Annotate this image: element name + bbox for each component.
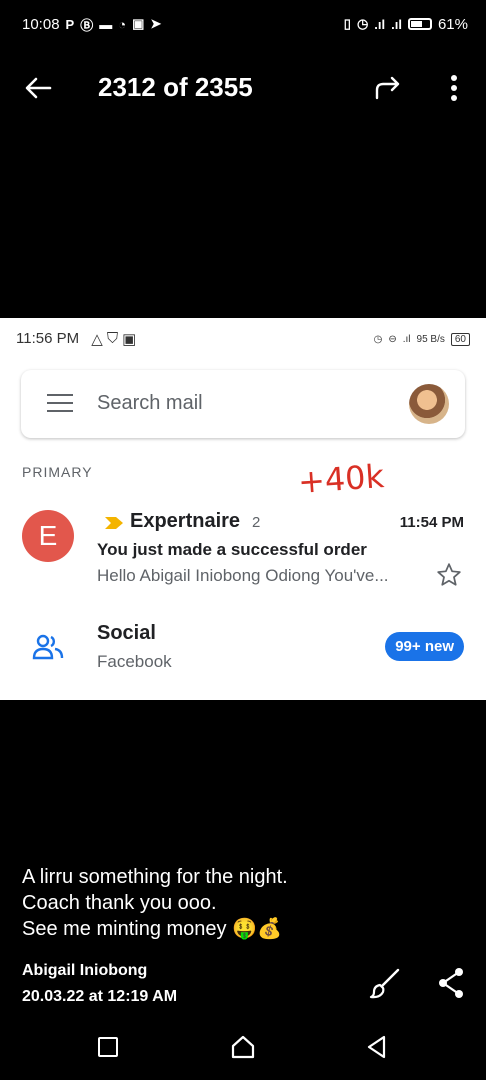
net-speed: 95 B/s	[416, 333, 445, 345]
inner-alarm-icon: ◷	[373, 333, 383, 345]
dnd-icon: ⊖	[388, 333, 397, 345]
email-subject: You just made a successful order	[97, 540, 367, 559]
star-icon[interactable]	[436, 562, 462, 588]
primary-label: PRIMARY	[22, 464, 93, 480]
search-bar[interactable]: Search mail	[21, 370, 465, 438]
caption-line-3: See me minting money 🤑💰	[22, 918, 282, 940]
whatsapp-icon: ◔	[118, 16, 127, 32]
handwritten-annotation: +40k	[296, 457, 386, 501]
message-icon: ▬	[99, 16, 113, 32]
important-marker-icon[interactable]	[104, 516, 124, 530]
drive-icon: △	[91, 331, 103, 349]
signal-2-icon: .ıl	[391, 16, 402, 32]
shield-icon: ⛉	[106, 330, 119, 348]
vibrate-icon: ▯	[343, 16, 351, 31]
embedded-screenshot: 11:56 PM △ ⛉ ▣ ◷ ⊖ .ıl 95 B/s 60 Search …	[0, 318, 486, 700]
email-snippet: Hello Abigail Iniobong Odiong You've...	[97, 566, 389, 585]
b-notification-icon: Ⓑ	[80, 17, 94, 33]
email-time: 11:54 PM	[399, 514, 464, 531]
social-category-row[interactable]: Social Facebook 99+ new	[0, 618, 486, 678]
status-time: 10:08	[22, 15, 60, 33]
social-subtitle: Facebook	[97, 652, 172, 671]
image-counter: 2312 of 2355	[98, 72, 253, 102]
email-list-item[interactable]: E Expertnaire 2 11:54 PM You just made a…	[0, 504, 486, 596]
nav-back-icon[interactable]	[364, 1034, 390, 1060]
more-options-icon[interactable]	[440, 72, 468, 104]
inner-battery: 60	[450, 332, 470, 346]
menu-icon[interactable]	[47, 394, 73, 414]
post-date: 20.03.22 at 12:19 AM	[22, 988, 178, 1005]
social-title: Social	[97, 622, 156, 644]
forward-share-icon[interactable]	[372, 72, 404, 104]
battery-percent: 61%	[437, 15, 468, 33]
inner-status-time: 11:56 PM	[16, 329, 80, 347]
alarm-icon: ◷	[356, 16, 369, 31]
home-icon[interactable]	[230, 1034, 256, 1060]
search-placeholder[interactable]: Search mail	[97, 392, 203, 415]
account-avatar[interactable]	[409, 384, 449, 424]
app-icon: ▣	[122, 331, 137, 349]
share-icon[interactable]	[436, 966, 466, 1000]
viewer-toolbar: 2312 of 2355	[0, 60, 486, 116]
recent-apps-icon[interactable]	[98, 1037, 118, 1057]
signal-icon: .ıl	[374, 16, 386, 32]
sender-name: Expertnaire	[130, 510, 241, 532]
sender-avatar: E	[22, 510, 74, 562]
caption-line-1: A lirru something for the night.	[22, 866, 288, 888]
new-count-badge: 99+ new	[385, 632, 464, 661]
navigation-bar	[0, 1024, 486, 1070]
battery-icon	[407, 18, 432, 30]
gallery-icon: ▣	[132, 16, 145, 31]
edit-brush-icon[interactable]	[368, 966, 402, 1000]
back-arrow-icon[interactable]	[22, 72, 54, 104]
people-icon	[32, 634, 64, 660]
inner-signal-icon: .ıl	[402, 333, 411, 345]
inner-status-bar: 11:56 PM △ ⛉ ▣ ◷ ⊖ .ıl 95 B/s 60	[0, 328, 486, 350]
thread-count: 2	[252, 514, 261, 531]
telegram-icon: ➤	[150, 16, 162, 31]
status-bar: 10:08 P Ⓑ ▬ ◔ ▣ ➤ ▯ ◷ .ıl .ıl 61%	[0, 0, 486, 48]
p-notification-icon: P	[65, 16, 75, 32]
caption-line-2: Coach thank you ooo.	[22, 892, 217, 914]
author-name: Abigail Iniobong	[22, 962, 148, 979]
image-caption: A lirru something for the night. Coach t…	[22, 864, 288, 942]
